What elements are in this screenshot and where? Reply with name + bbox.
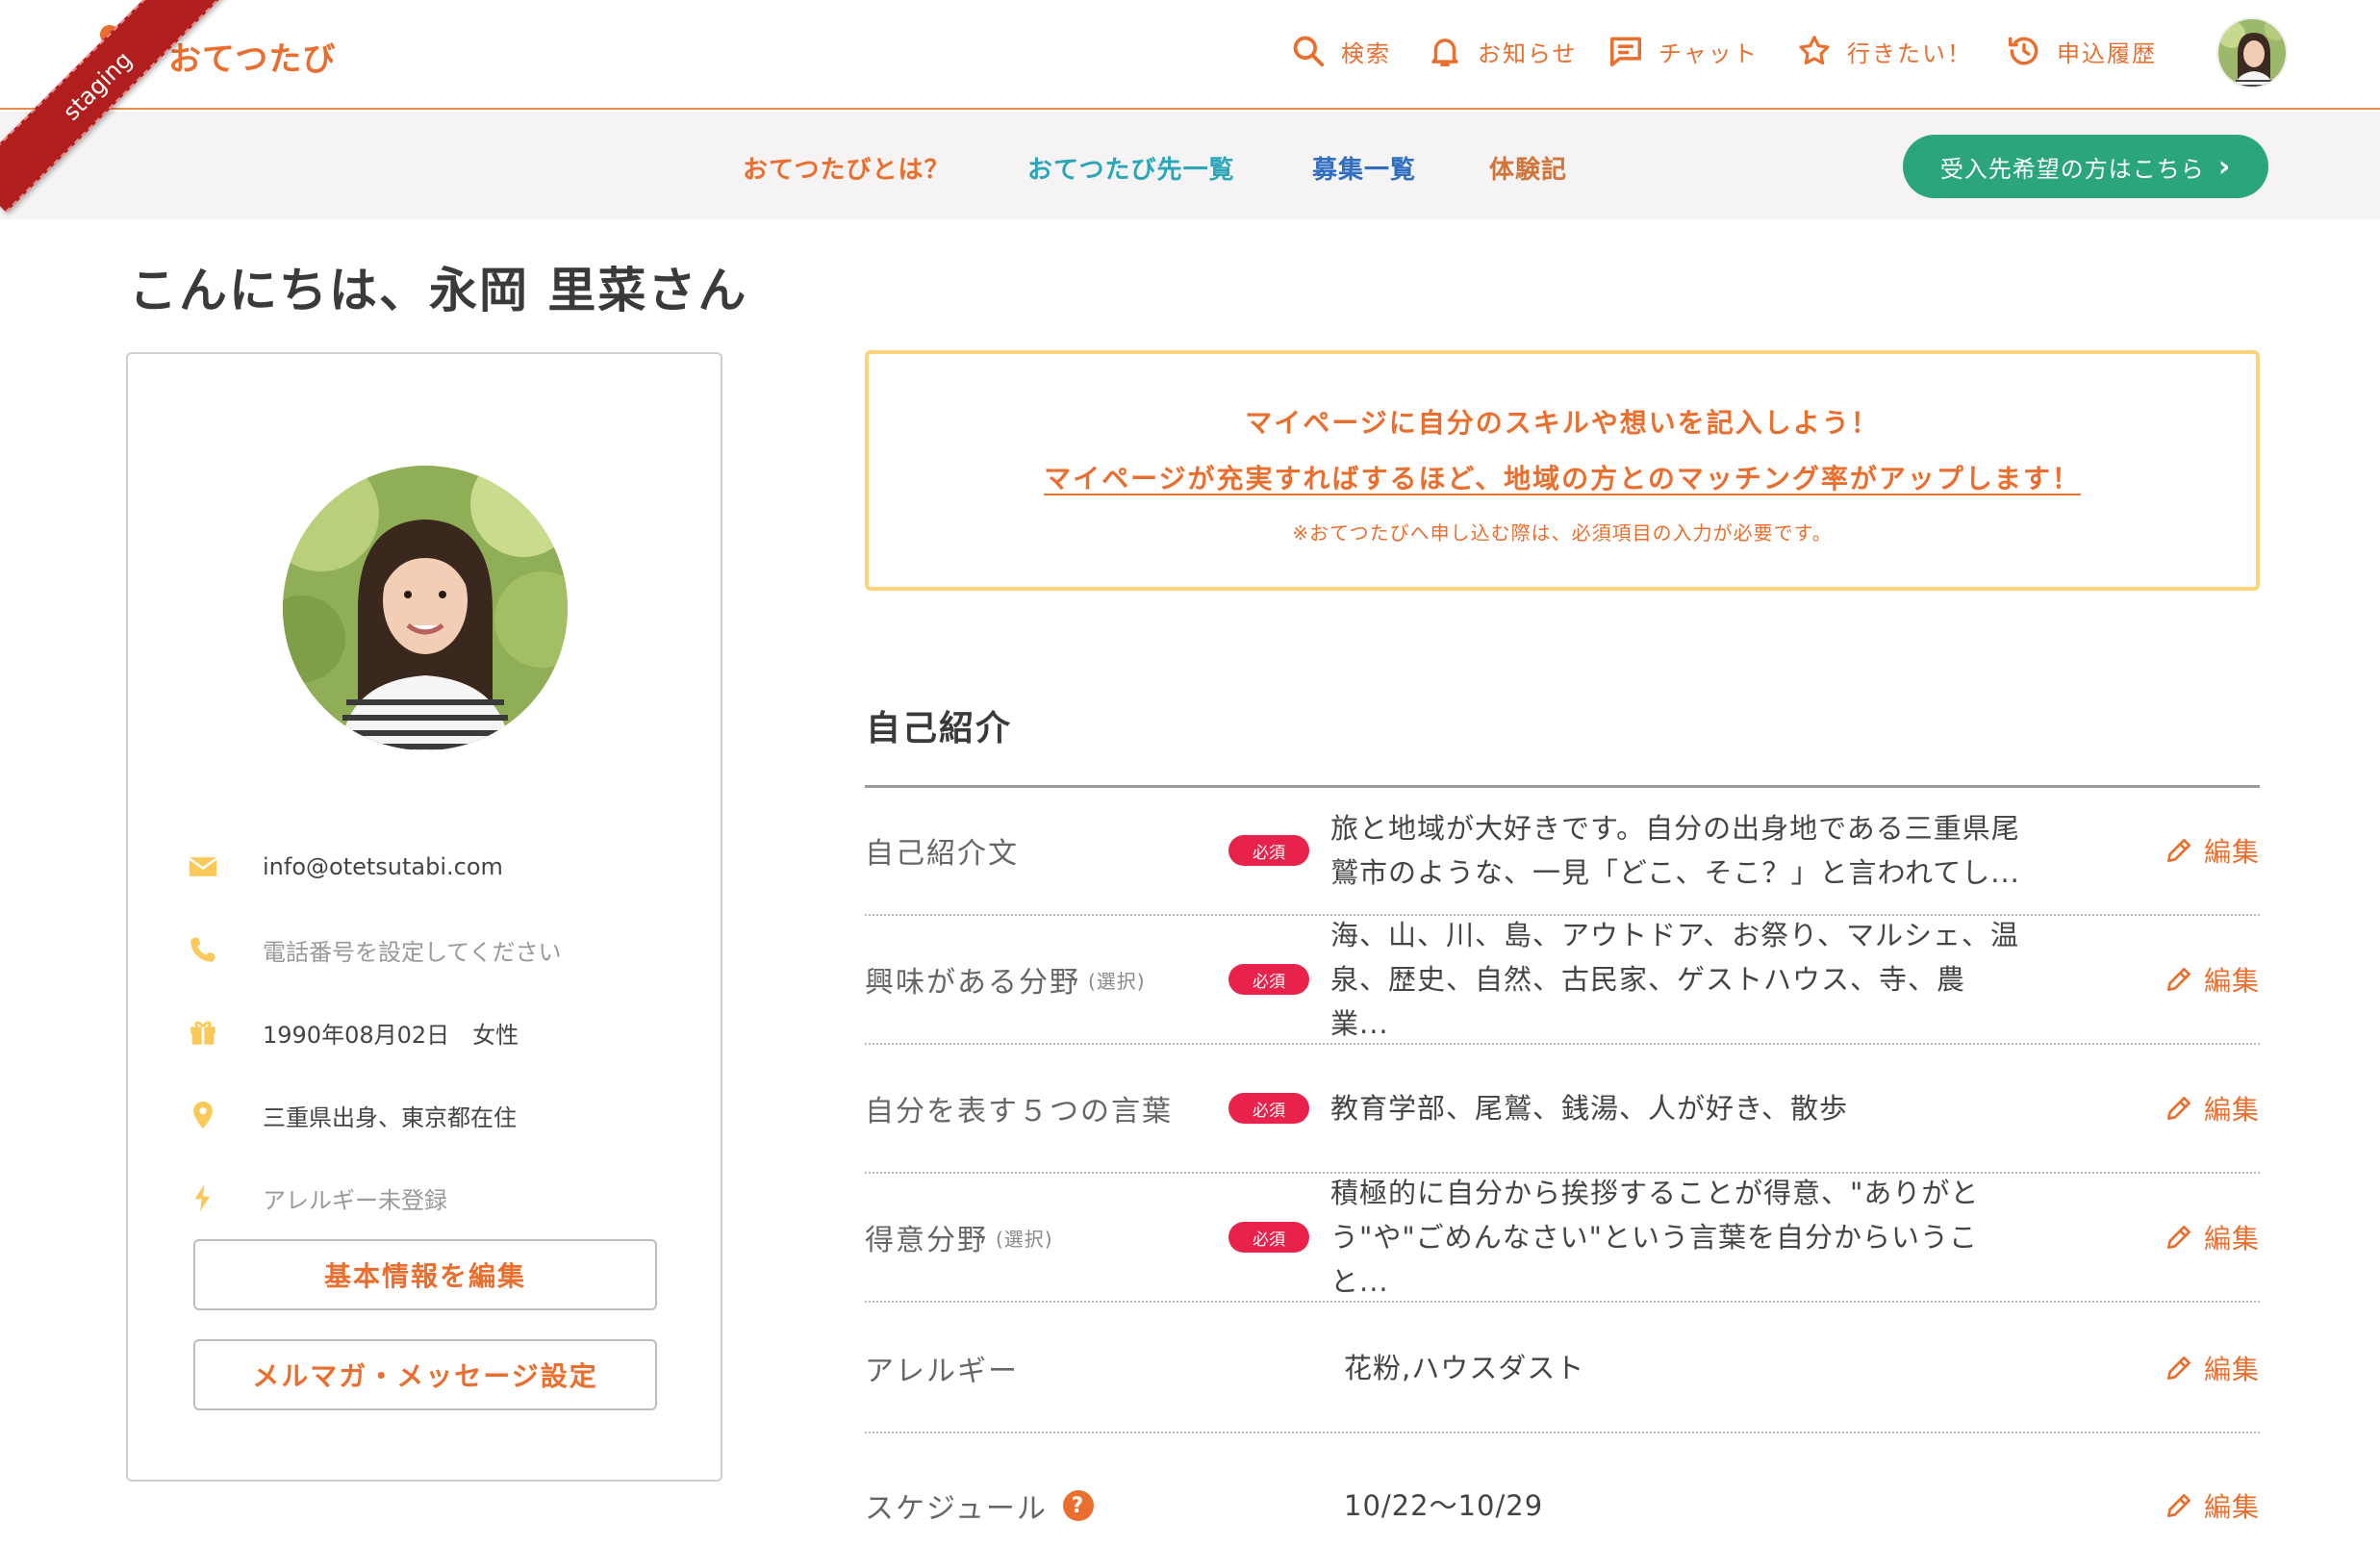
row-label: 自己紹介文 xyxy=(865,837,1019,871)
nav-notifications-label: お知らせ xyxy=(1478,39,1578,67)
chevron-right-icon: › xyxy=(2217,149,2232,184)
required-badge: 必須 xyxy=(1228,964,1309,995)
nav-history-label: 申込履歴 xyxy=(2057,39,2157,67)
subnav-recruitments[interactable]: 募集一覧 xyxy=(1312,150,1416,186)
notice-line-2-text: マイページが充実すればするほど、地域の方とのマッチング率がアップします！ xyxy=(1044,463,2081,495)
profile-notice: マイページに自分のスキルや想いを記入しよう！ マイページが充実すればするほど、地… xyxy=(865,350,2260,591)
edit-button[interactable]: 編集 xyxy=(2164,1218,2260,1256)
pencil-icon xyxy=(2166,1226,2190,1249)
user-avatar[interactable] xyxy=(2216,17,2288,89)
notice-line-3: ※おてつたびへ申し込む際は、必須項目の入力が必要です。 xyxy=(1292,521,1833,545)
notice-line-2: マイページが充実すればするほど、地域の方とのマッチング率がアップします！ xyxy=(869,458,2256,496)
subnav-stories[interactable]: 体験記 xyxy=(1489,150,1567,186)
star-icon xyxy=(1795,32,1834,70)
host-signup-button[interactable]: 受入先希望の方はこちら › xyxy=(1903,135,2268,198)
help-icon[interactable]: ? xyxy=(1062,1490,1094,1521)
required-badge: 必須 xyxy=(1228,1093,1309,1124)
nav-search[interactable]: 検索 xyxy=(1289,27,1391,75)
allergy-row: アレルギー未登録 xyxy=(182,1174,447,1222)
select-note: (選択) xyxy=(996,1227,1053,1251)
sub-navigation: おてつたびとは？ おてつたび先一覧 募集一覧 体験記 受入先希望の方はこちら › xyxy=(0,112,2380,219)
newsletter-settings-button[interactable]: メルマガ・メッセージ設定 xyxy=(193,1339,657,1410)
pencil-icon xyxy=(2166,1357,2190,1380)
row-label: 得意分野 (選択) xyxy=(865,1174,1053,1301)
site-logo[interactable]: おてつたび xyxy=(168,33,336,80)
chat-icon xyxy=(1607,32,1645,70)
email-value: info@otetsutabi.com xyxy=(263,853,503,880)
page-title: こんにちは、永岡 里菜さん xyxy=(129,263,748,318)
nav-chat-label: チャット xyxy=(1658,39,1759,67)
pencil-icon xyxy=(2166,839,2190,862)
edit-button[interactable]: 編集 xyxy=(2164,1089,2260,1128)
history-icon xyxy=(2005,32,2043,70)
row-value: 旅と地域が大好きです。自分の出身地である三重県尾鷲市のような、一見「どこ、そこ？… xyxy=(1330,812,2020,889)
required-badge: 必須 xyxy=(1228,835,1309,866)
pencil-icon xyxy=(2166,1494,2190,1517)
edit-label: 編集 xyxy=(2203,1094,2260,1126)
profile-row-skills: 得意分野 (選択) 必須 積極的に自分から挨拶することが得意、"ありがとう"や"ご… xyxy=(865,1174,2260,1303)
host-signup-label: 受入先希望の方はこちら xyxy=(1939,155,2205,183)
profile-row-interests: 興味がある分野 (選択) 必須 海、山、川、島、アウトドア、お祭り、マルシェ、温泉… xyxy=(865,916,2260,1045)
location-pin-icon xyxy=(182,1099,224,1131)
edit-button[interactable]: 編集 xyxy=(2164,831,2260,870)
site-header: おてつたび 検索 お知らせ チャット 行きたい！ 申込履歴 xyxy=(0,0,2380,110)
nav-wishlist[interactable]: 行きたい！ xyxy=(1795,27,1972,75)
birthday-row: 1990年08月02日 女性 xyxy=(182,1008,519,1056)
lightning-icon xyxy=(182,1181,224,1214)
edit-label: 編集 xyxy=(2203,836,2260,868)
row-label: スケジュール? xyxy=(865,1439,1094,1547)
edit-label: 編集 xyxy=(2203,965,2260,997)
profile-row-schedule: スケジュール? 10/22〜10/29 編集 xyxy=(865,1439,2260,1547)
profile-card: info@otetsutabi.com 電話番号を設定してください 1990年0… xyxy=(126,352,722,1482)
row-label: 自分を表す５つの言葉 xyxy=(865,1095,1173,1129)
profile-photo xyxy=(283,466,568,750)
bell-icon xyxy=(1426,32,1464,70)
nav-notifications[interactable]: お知らせ xyxy=(1426,27,1578,75)
allergy-value: アレルギー未登録 xyxy=(263,1186,447,1214)
nav-wishlist-label: 行きたい！ xyxy=(1847,39,1972,67)
row-label-text: 得意分野 xyxy=(865,1224,988,1257)
row-label-text: 興味がある分野 xyxy=(865,966,1080,1000)
nav-chat[interactable]: チャット xyxy=(1607,27,1759,75)
profile-row-allergy: アレルギー 花粉,ハウスダスト 編集 xyxy=(865,1305,2260,1433)
row-label: アレルギー xyxy=(865,1355,1019,1388)
nav-history[interactable]: 申込履歴 xyxy=(2005,27,2157,75)
subnav-about[interactable]: おてつたびとは？ xyxy=(743,150,949,186)
edit-basic-info-button[interactable]: 基本情報を編集 xyxy=(193,1239,657,1310)
row-value: 教育学部、尾鷲、銭湯、人が好き、散歩 xyxy=(1330,1092,1848,1125)
edit-label: 編集 xyxy=(2203,1223,2260,1255)
row-label: 興味がある分野 (選択) xyxy=(865,916,1146,1043)
pencil-icon xyxy=(2166,968,2190,991)
row-value: 海、山、川、島、アウトドア、お祭り、マルシェ、温泉、歴史、自然、古民家、ゲストハ… xyxy=(1330,919,2019,1040)
edit-label: 編集 xyxy=(2203,1354,2260,1385)
select-note: (選択) xyxy=(1088,969,1146,993)
profile-row-intro: 自己紹介文 必須 旅と地域が大好きです。自分の出身地である三重県尾鷲市のような、… xyxy=(865,787,2260,916)
row-value: 花粉,ハウスダスト xyxy=(1344,1352,1585,1384)
row-value: 積極的に自分から挨拶することが得意、"ありがとう"や"ごめんなさい"という言葉を… xyxy=(1330,1177,1980,1298)
edit-label: 編集 xyxy=(2203,1491,2260,1523)
phone-row: 電話番号を設定してください xyxy=(182,926,562,974)
notice-line-1: マイページに自分のスキルや想いを記入しよう！ xyxy=(1245,407,1880,439)
birthday-value: 1990年08月02日 女性 xyxy=(263,1021,519,1049)
edit-button[interactable]: 編集 xyxy=(2164,960,2260,999)
phone-icon xyxy=(182,933,224,966)
email-row: info@otetsutabi.com xyxy=(182,843,503,891)
subnav-hosts[interactable]: おてつたび先一覧 xyxy=(1027,150,1234,186)
phone-value: 電話番号を設定してください xyxy=(263,938,562,966)
section-title: 自己紹介 xyxy=(866,709,1013,748)
location-value: 三重県出身、東京都在住 xyxy=(263,1103,517,1131)
edit-button[interactable]: 編集 xyxy=(2164,1349,2260,1387)
required-badge: 必須 xyxy=(1228,1222,1309,1253)
location-row: 三重県出身、東京都在住 xyxy=(182,1091,517,1139)
pencil-icon xyxy=(2166,1097,2190,1120)
profile-row-five-words: 自分を表す５つの言葉 必須 教育学部、尾鷲、銭湯、人が好き、散歩 編集 xyxy=(865,1045,2260,1174)
nav-search-label: 検索 xyxy=(1341,39,1391,67)
row-value: 10/22〜10/29 xyxy=(1344,1489,1544,1522)
row-label-text: スケジュール xyxy=(865,1492,1048,1526)
search-icon xyxy=(1289,32,1328,70)
mail-icon xyxy=(182,850,224,883)
gift-icon xyxy=(182,1016,224,1049)
edit-button[interactable]: 編集 xyxy=(2164,1486,2260,1525)
